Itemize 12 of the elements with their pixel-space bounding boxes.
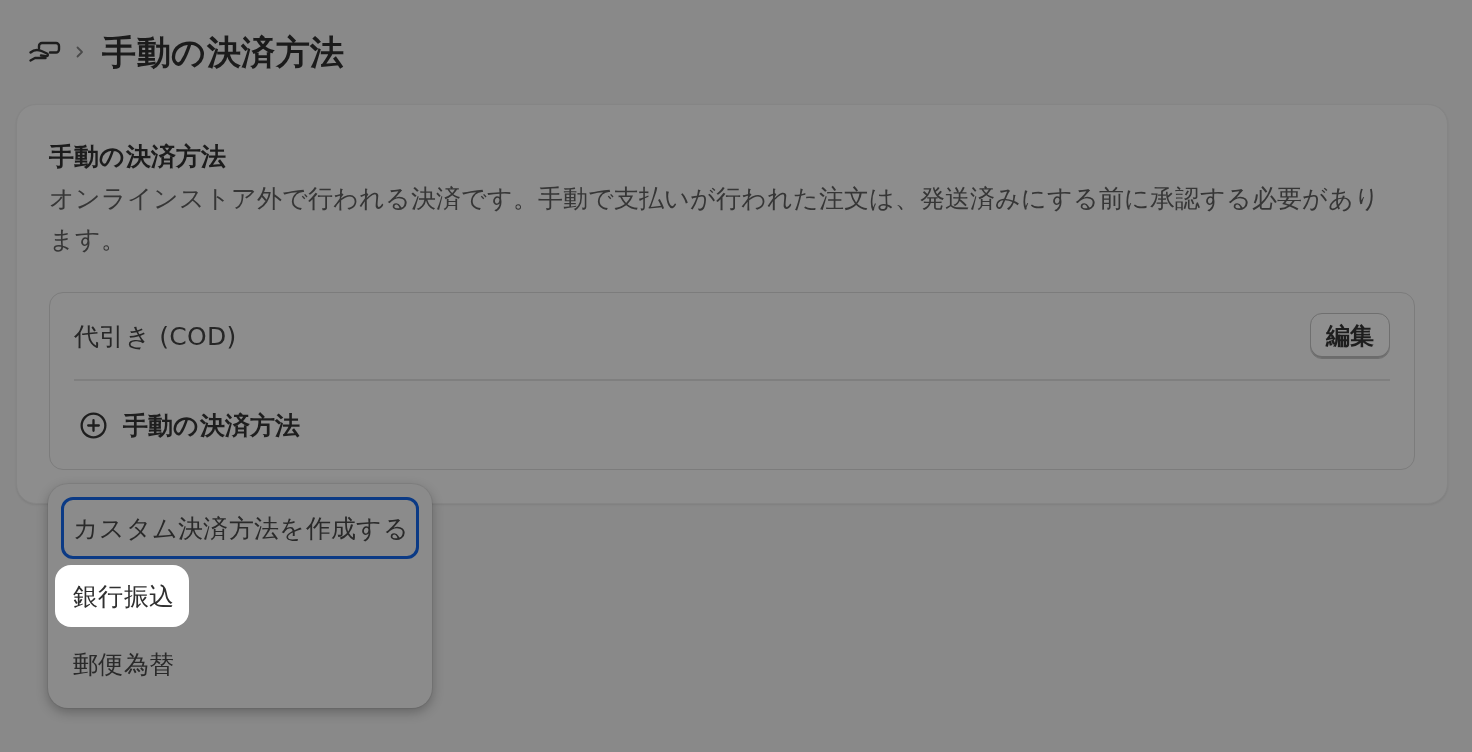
card-title: 手動の決済方法 [49, 141, 228, 173]
card-description: オンラインストア外で行われる決済です。手動で支払いが行われた注文は、発送済みにする前に承認する必要があります。 [49, 183, 1381, 256]
chevron-right-icon [76, 46, 84, 58]
menu-item[interactable]: 郵便為替 [61, 633, 419, 695]
menu-item[interactable]: 銀行振込 [55, 565, 190, 627]
menu-item[interactable]: カスタム決済方法を作成する [61, 497, 419, 559]
hand-bill-icon[interactable] [28, 40, 62, 64]
edit-button[interactable]: 編集 [1310, 313, 1390, 359]
plus-circle-icon [80, 411, 107, 439]
method-name: 代引き (COD) [74, 320, 237, 353]
add-method-button[interactable]: 手動の決済方法 [74, 404, 301, 446]
page-title: 手動の決済方法 [102, 31, 345, 74]
